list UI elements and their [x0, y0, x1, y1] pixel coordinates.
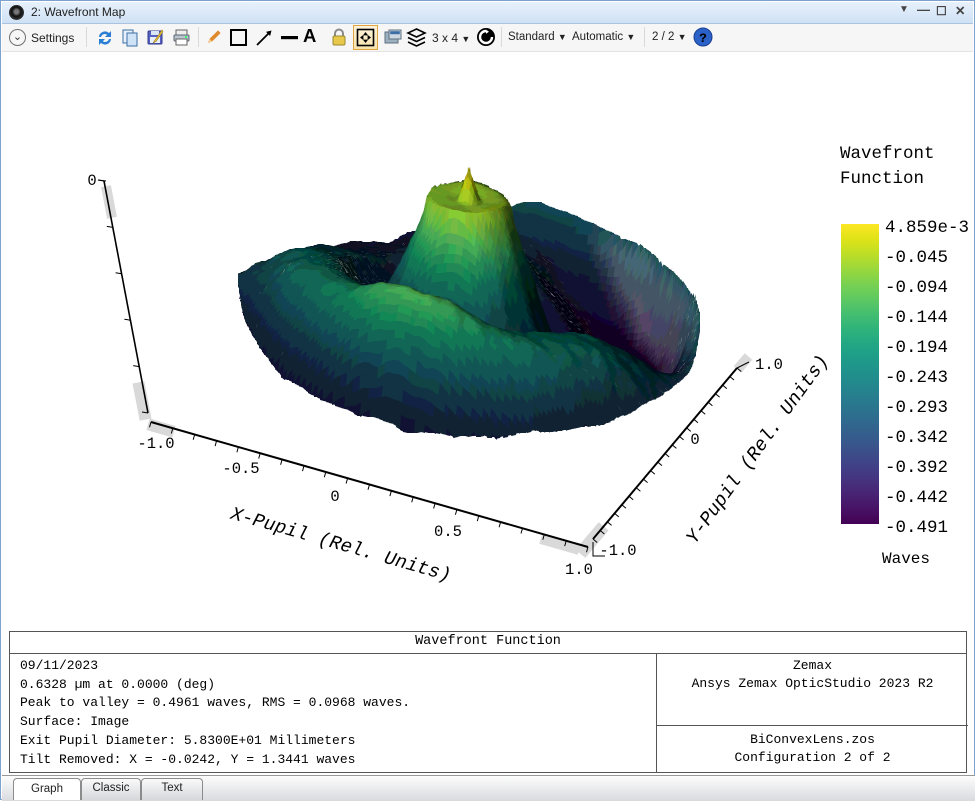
svg-text:-0.144: -0.144	[885, 308, 948, 328]
svg-text:4.859e-3: 4.859e-3	[885, 218, 969, 238]
svg-text:X-Pupil (Rel. Units): X-Pupil (Rel. Units)	[227, 503, 453, 587]
svg-text:-0.5: -0.5	[222, 460, 259, 478]
svg-text:-0.442: -0.442	[885, 488, 948, 508]
svg-text:-0.491: -0.491	[885, 518, 948, 538]
svg-text:-0.293: -0.293	[885, 398, 948, 418]
svg-text:Waves: Waves	[882, 550, 930, 568]
svg-text:1.0: 1.0	[755, 356, 783, 374]
svg-text:-0.243: -0.243	[885, 368, 948, 388]
svg-text:-0.342: -0.342	[885, 428, 948, 448]
svg-text:-0.094: -0.094	[885, 278, 948, 298]
svg-text:0: 0	[330, 488, 339, 506]
svg-text:0: 0	[690, 431, 699, 449]
svg-text:0: 0	[87, 172, 96, 190]
svg-text:Y-Pupil (Rel. Units): Y-Pupil (Rel. Units)	[682, 351, 834, 548]
svg-text:?: ?	[699, 31, 707, 46]
svg-text:0.5: 0.5	[434, 523, 462, 541]
svg-text:Function: Function	[840, 169, 924, 189]
svg-text:-0.194: -0.194	[885, 338, 948, 358]
svg-text:-1.0: -1.0	[137, 435, 174, 453]
svg-text:-1.0: -1.0	[599, 542, 636, 560]
svg-text:-0.045: -0.045	[885, 248, 948, 268]
svg-text:Wavefront: Wavefront	[840, 144, 935, 164]
svg-text:-0.392: -0.392	[885, 458, 948, 478]
svg-text:1.0: 1.0	[565, 561, 593, 579]
